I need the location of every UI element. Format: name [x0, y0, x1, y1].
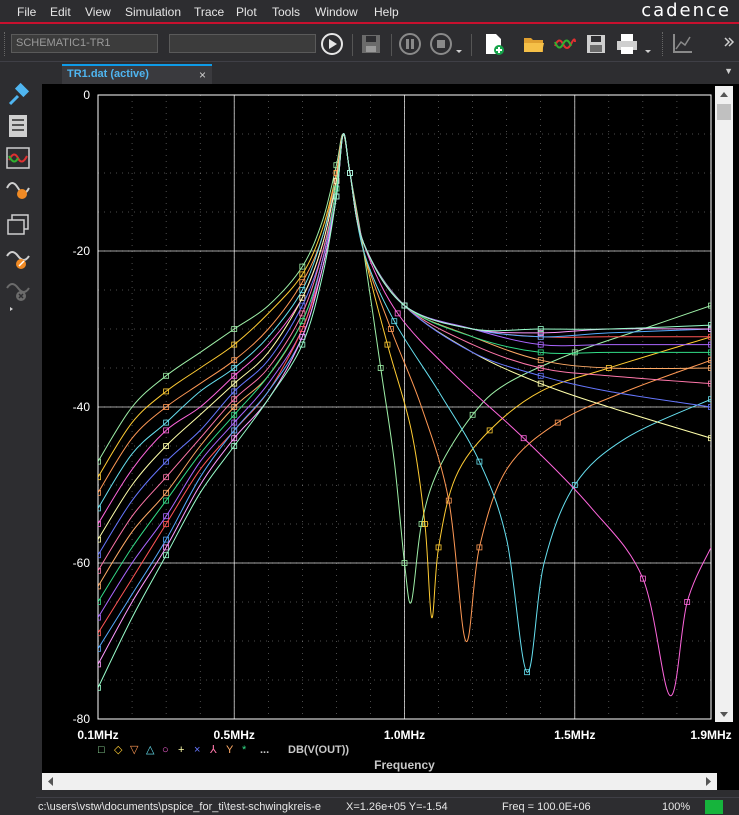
toolbar-grip[interactable] — [4, 32, 7, 56]
x-tick-label: 1.0MHz — [384, 728, 425, 742]
toolbar: SCHEMATIC1-TR1 — [0, 26, 739, 62]
pin-icon[interactable] — [4, 82, 32, 110]
x-tick-label: 1.9MHz — [690, 728, 731, 742]
chevron-down-icon[interactable] — [642, 32, 654, 56]
y-tick-label: -60 — [73, 556, 91, 570]
document-tab-strip: TR1.dat (active) × ▼ — [36, 62, 739, 84]
plot-panel[interactable]: 0 -20 -40 -60 -80 0.1MHz 0.5MHz 1.0MHz 1.5MHz 1.9… — [42, 84, 739, 790]
stop-icon[interactable] — [429, 32, 453, 56]
menu-simulation[interactable]: Simulation — [125, 5, 181, 19]
vertical-scrollbar[interactable] — [715, 86, 733, 722]
new-plot-icon[interactable] — [482, 32, 506, 56]
menu-view[interactable]: View — [85, 5, 111, 19]
chevron-down-icon[interactable] — [453, 32, 465, 56]
waveform-icon[interactable] — [553, 32, 577, 56]
y-tick-label: -20 — [73, 244, 91, 258]
status-zoom: 100% — [662, 801, 691, 813]
toolbar-separator — [352, 34, 353, 56]
scroll-left-icon[interactable] — [48, 777, 53, 786]
toolbar-separator — [391, 34, 392, 56]
scroll-up-icon[interactable] — [720, 92, 728, 97]
tab-label: TR1.dat (active) — [67, 68, 149, 80]
add-trace-icon[interactable] — [4, 144, 32, 172]
status-file-path: c:\users\vstw\documents\pspice_for_ti\te… — [38, 801, 322, 813]
legend-marker: ○ — [162, 744, 169, 756]
horizontal-scrollbar[interactable] — [42, 773, 717, 790]
x-tick-label: 0.5MHz — [214, 728, 255, 742]
status-cursor-xy: X=1.26e+05 Y=-1.54 — [346, 801, 448, 813]
menu-help[interactable]: Help — [374, 5, 399, 19]
menu-trace[interactable]: Trace — [194, 5, 224, 19]
tab-list-dropdown-icon[interactable]: ▼ — [724, 66, 733, 76]
pause-icon[interactable] — [398, 32, 422, 56]
legend-marker: ⅄ — [209, 744, 217, 756]
x-tick-label: 0.1MHz — [77, 728, 118, 742]
toolbar-overflow-icon[interactable] — [722, 32, 736, 56]
save-icon[interactable] — [584, 32, 608, 56]
menu-bar: File Edit View Simulation Trace Plot Too… — [0, 0, 739, 24]
legend-ellipsis: ... — [260, 744, 269, 756]
x-axis-label: Frequency — [374, 758, 435, 772]
toolbar-grip[interactable] — [662, 32, 665, 56]
y-tick-label: -40 — [73, 400, 91, 414]
legend-marker: ◇ — [114, 744, 123, 756]
simulation-command-field[interactable] — [169, 34, 316, 53]
delete-trace-icon[interactable] — [4, 276, 32, 304]
status-frequency: Freq = 100.0E+06 — [502, 801, 591, 813]
legend-marker: * — [242, 744, 247, 756]
open-folder-icon[interactable] — [522, 32, 546, 56]
toolbar-separator — [471, 34, 472, 56]
run-icon[interactable] — [320, 32, 344, 56]
waveform-chart[interactable]: 0 -20 -40 -60 -80 0.1MHz 0.5MHz 1.0MHz 1.5MHz 1.9… — [42, 84, 739, 790]
menu-tools[interactable]: Tools — [272, 5, 300, 19]
legend-marker: ▽ — [130, 744, 139, 756]
scroll-right-icon[interactable] — [706, 777, 711, 786]
menu-file[interactable]: File — [17, 5, 36, 19]
menu-window[interactable]: Window — [315, 5, 358, 19]
menu-edit[interactable]: Edit — [50, 5, 71, 19]
legend-marker: × — [194, 744, 200, 756]
legend-marker: Y — [226, 744, 234, 756]
legend-marker: + — [178, 744, 184, 756]
y-tick-label: -80 — [73, 712, 91, 726]
multi-window-icon[interactable] — [4, 212, 32, 240]
print-icon[interactable] — [615, 32, 639, 56]
cadence-logo: cadence — [641, 0, 731, 21]
legend-marker: □ — [98, 744, 105, 756]
status-indicator — [705, 800, 723, 814]
left-tool-palette — [0, 62, 36, 797]
legend-marker: △ — [146, 744, 155, 756]
tab-tr1-dat[interactable]: TR1.dat (active) × — [62, 64, 212, 84]
scroll-thumb[interactable] — [717, 104, 731, 120]
menu-plot[interactable]: Plot — [236, 5, 257, 19]
x-tick-label: 1.5MHz — [554, 728, 595, 742]
trace-expression-label: DB(V(OUT)) — [288, 744, 349, 756]
axis-settings-icon[interactable] — [670, 32, 694, 56]
pspice-probe-window: File Edit View Simulation Trace Plot Too… — [0, 0, 739, 815]
cursor-probe-icon[interactable] — [4, 174, 32, 202]
close-icon[interactable]: × — [199, 68, 206, 82]
status-bar: c:\users\vstw\documents\pspice_for_ti\te… — [36, 797, 739, 815]
scroll-down-icon[interactable] — [720, 712, 728, 717]
save-data-icon[interactable] — [359, 32, 383, 56]
palette-expand-icon[interactable] — [4, 302, 32, 314]
table-list-icon[interactable] — [4, 112, 32, 140]
marker-icon[interactable] — [4, 244, 32, 272]
simulation-profile-field[interactable]: SCHEMATIC1-TR1 — [11, 34, 158, 53]
y-tick-label: 0 — [83, 88, 90, 102]
